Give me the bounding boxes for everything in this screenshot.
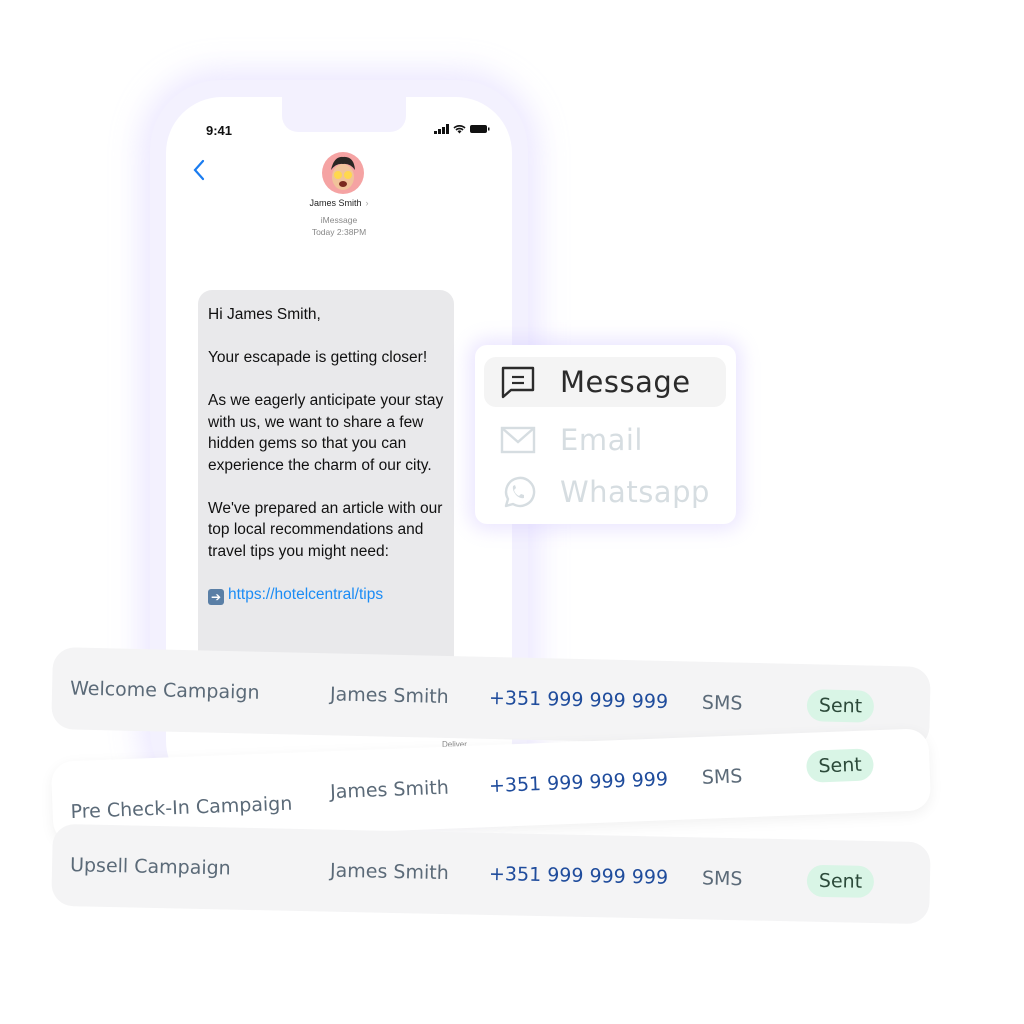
wifi-icon — [453, 125, 466, 134]
message-timestamp: Today 2:38PM — [311, 227, 367, 237]
guest-name: James Smith — [329, 683, 449, 709]
guest-phone: +351 999 999 999 — [488, 686, 669, 714]
campaign-name: Welcome Campaign — [69, 677, 260, 704]
campaign-channel: SMS — [701, 691, 743, 715]
chevron-right-icon: › — [365, 198, 369, 208]
message-link-row: ➔ https://hotelcentral/tips — [208, 584, 444, 606]
message-paragraph: We've prepared an article with our top l… — [208, 499, 443, 560]
whatsapp-icon — [498, 474, 538, 510]
status-badge: Sent — [806, 689, 875, 723]
contact-name-row[interactable]: James Smith › — [166, 198, 512, 208]
email-icon — [498, 426, 538, 454]
campaign-channel: SMS — [701, 867, 743, 891]
battery-icon — [470, 125, 490, 133]
guest-phone: +351 999 999 999 — [488, 862, 669, 889]
channel-menu: Message Email Whatsapp — [475, 345, 736, 524]
back-button[interactable] — [192, 159, 206, 185]
channel-option-whatsapp[interactable]: Whatsapp — [484, 467, 726, 517]
message-paragraph: Your escapade is getting closer! — [208, 349, 428, 366]
right-arrow-icon: ➔ — [208, 588, 224, 605]
status-time: 9:41 — [206, 123, 233, 138]
channel-label: Message — [560, 365, 691, 399]
signal-icon — [434, 124, 449, 134]
campaign-channel: SMS — [701, 765, 743, 789]
contact-name: James Smith — [309, 198, 362, 208]
channel-option-message[interactable]: Message — [484, 357, 726, 407]
phone-notch — [282, 97, 406, 132]
guest-name: James Smith — [329, 776, 450, 804]
guest-phone: +351 999 999 999 — [488, 768, 669, 798]
channel-option-email[interactable]: Email — [484, 415, 726, 465]
channel-label: Whatsapp — [560, 475, 710, 509]
campaign-row[interactable]: Upsell Campaign James Smith +351 999 999… — [51, 823, 931, 925]
chevron-left-icon — [193, 159, 205, 181]
message-icon — [498, 365, 538, 399]
contact-meta: iMessage Today 2:38PM — [166, 214, 512, 238]
memoji-avatar-icon — [331, 156, 355, 190]
message-service: iMessage — [320, 215, 358, 225]
message-bubble: Hi James Smith, Your escapade is getting… — [198, 290, 454, 710]
campaign-name: Upsell Campaign — [69, 854, 231, 880]
channel-label: Email — [560, 423, 643, 457]
message-link[interactable]: https://hotelcentral/tips — [228, 586, 383, 603]
status-badge: Sent — [806, 864, 875, 899]
message-paragraph: As we eagerly anticipate your stay with … — [208, 392, 444, 474]
status-badge: Sent — [805, 748, 875, 784]
message-greeting: Hi James Smith, — [208, 306, 321, 323]
campaign-name: Pre Check-In Campaign — [70, 792, 293, 823]
contact-avatar[interactable] — [322, 152, 364, 194]
guest-name: James Smith — [329, 859, 449, 885]
status-icons — [434, 124, 490, 134]
